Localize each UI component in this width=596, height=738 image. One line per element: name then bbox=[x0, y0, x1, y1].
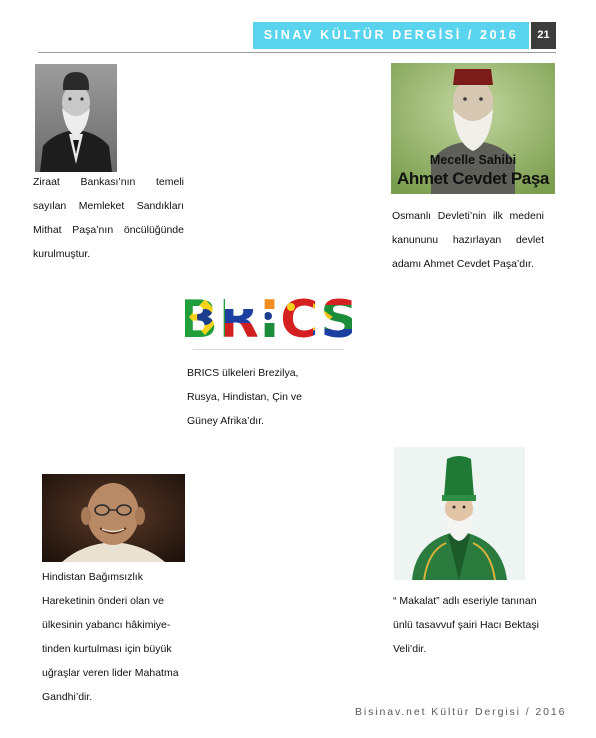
caption-line: ünlü tasavvuf şairi Hacı Bektaşi bbox=[393, 619, 539, 631]
caption-line: ülkesinin yabancı hâkimiye- bbox=[42, 619, 171, 631]
caption-line: Rusya, Hindistan, Çin ve bbox=[187, 391, 302, 403]
caption-line: tinden kurtulması için büyük bbox=[42, 643, 172, 655]
gandhi-caption: Hindistan Bağımsızlık Hareketinin önderi… bbox=[42, 565, 192, 709]
caption-line: “ Makalat” adlı eseriyle tanınan bbox=[393, 595, 537, 607]
mithat-pasa-portrait bbox=[35, 64, 117, 172]
brics-logo: BRICS bbox=[185, 277, 352, 357]
mithat-caption: Ziraat Bankası’nın temeli sayılan Memlek… bbox=[33, 170, 184, 266]
caption-line: Hindistan Bağımsızlık bbox=[42, 571, 143, 583]
caption-line: Gandhi’dir. bbox=[42, 691, 93, 703]
caption-line: Veli’dir. bbox=[393, 643, 427, 655]
caption-line: Hareketinin önderi olan ve bbox=[42, 595, 164, 607]
cevdet-image-title: Ahmet Cevdet Paşa bbox=[397, 169, 549, 188]
caption-line: Osmanlı Devleti’nin ilk medeni bbox=[392, 210, 544, 222]
cevdet-caption: Osmanlı Devleti’nin ilk medeni kanununu … bbox=[392, 204, 544, 276]
caption-line: adamı Ahmet Cevdet Paşa’dır. bbox=[392, 258, 534, 270]
haci-bektasi-veli-illustration bbox=[394, 447, 525, 580]
header-rule bbox=[38, 52, 556, 53]
caption-line: sayılan Memleket Sandıkları bbox=[33, 200, 184, 212]
page-footer: Bisinav.net Kültür Dergisi / 2016 bbox=[355, 706, 567, 718]
magazine-title: SINAV KÜLTÜR DERGİSİ / 2016 bbox=[253, 22, 529, 49]
caption-line: Ziraat Bankası’nın temeli bbox=[33, 176, 184, 188]
caption-line: kanununu hazırlayan devlet bbox=[392, 234, 544, 246]
cevdet-image-subtitle: Mecelle Sahibi bbox=[429, 153, 517, 167]
caption-line: Güney Afrika’dır. bbox=[187, 415, 265, 427]
caption-line: BRICS ülkeleri Brezilya, bbox=[187, 367, 299, 379]
caption-line: Mithat Paşa’nın öncülüğünde bbox=[33, 224, 184, 236]
brics-caption: BRICS ülkeleri Brezilya, Rusya, Hindista… bbox=[187, 361, 352, 433]
page-number: 21 bbox=[531, 22, 556, 49]
bektasi-caption: “ Makalat” adlı eseriyle tanınan ünlü ta… bbox=[393, 589, 553, 661]
caption-line: uğraşlar veren lider Mahatma bbox=[42, 667, 179, 679]
ahmet-cevdet-pasa-image: Mecelle Sahibi Ahmet Cevdet Paşa bbox=[391, 63, 555, 194]
gandhi-photo bbox=[42, 474, 185, 562]
caption-line: kurulmuştur. bbox=[33, 248, 91, 260]
